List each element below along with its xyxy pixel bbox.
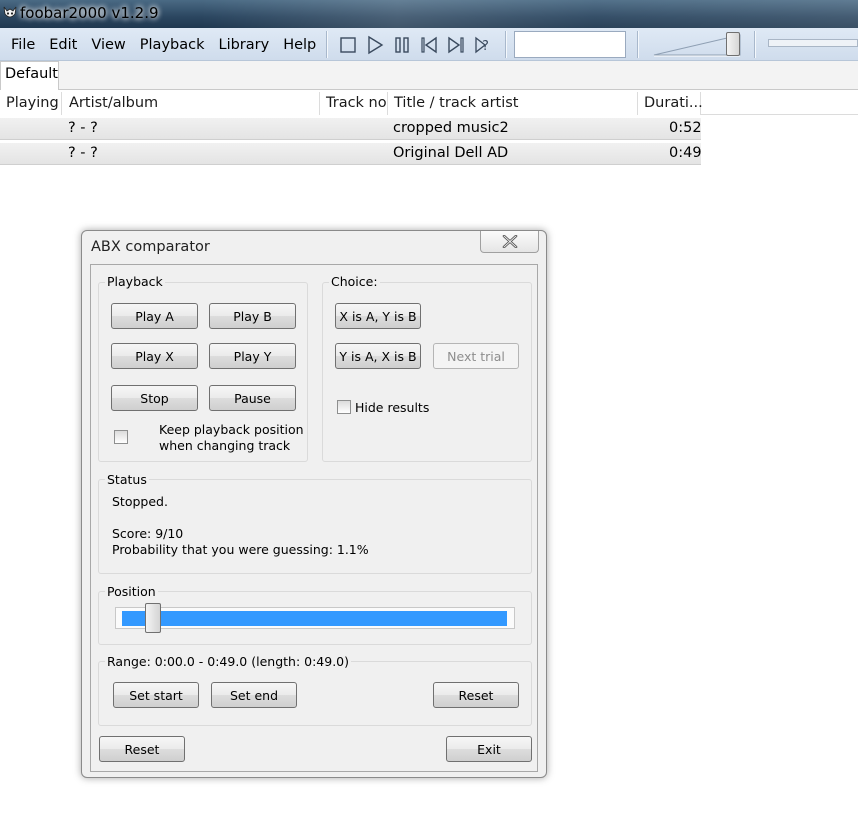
row-artist-album: ? - ?: [68, 120, 98, 136]
foobar-app-icon[interactable]: [2, 5, 18, 21]
play-y-button[interactable]: Play Y: [209, 343, 296, 369]
playlist-row[interactable]: ? - ? cropped music2 0:52: [0, 117, 702, 140]
next-icon[interactable]: [446, 35, 466, 55]
column-header-track-no[interactable]: Track no: [320, 92, 388, 115]
play-b-button[interactable]: Play B: [209, 303, 296, 329]
menu-edit[interactable]: Edit: [42, 37, 84, 53]
reset-button[interactable]: Reset: [99, 736, 185, 762]
keep-position-checkbox[interactable]: [114, 430, 128, 444]
row-title: Original Dell AD: [393, 145, 509, 161]
dialog-title: ABX comparator: [91, 239, 210, 255]
dialog-close-button[interactable]: [480, 231, 539, 253]
menu-file[interactable]: File: [4, 37, 42, 53]
window-title: foobar2000 v1.2.9: [20, 4, 159, 22]
menu-view[interactable]: View: [84, 37, 132, 53]
abx-dialog: ABX comparator Playback Play A Play B Pl…: [81, 230, 547, 778]
status-group-label: Status: [105, 472, 149, 487]
play-x-button[interactable]: Play X: [111, 343, 198, 369]
toolbar-separator: [637, 31, 639, 58]
choice-group-label: Choice:: [329, 274, 380, 289]
menu-help[interactable]: Help: [276, 37, 323, 53]
status-score: Score: 9/10: [112, 526, 184, 541]
x-is-a-button[interactable]: X is A, Y is B: [335, 303, 421, 329]
seek-bar[interactable]: [768, 39, 858, 47]
column-header-playing[interactable]: Playing: [0, 92, 62, 115]
position-slider-thumb[interactable]: [144, 603, 161, 633]
close-icon: [502, 235, 518, 248]
hide-results-checkbox[interactable]: [337, 400, 351, 414]
y-is-a-button[interactable]: Y is A, X is B: [335, 343, 421, 369]
exit-button[interactable]: Exit: [446, 736, 532, 762]
row-duration: 0:52: [669, 120, 702, 136]
previous-icon[interactable]: [419, 35, 439, 55]
playlist-header: Playing Artist/album Track no Title / tr…: [0, 92, 858, 116]
random-icon[interactable]: ?: [473, 35, 493, 55]
set-start-button[interactable]: Set start: [113, 682, 199, 708]
play-a-button[interactable]: Play A: [111, 303, 198, 329]
playback-group-label: Playback: [105, 274, 165, 289]
column-header-duration[interactable]: Durati...: [638, 92, 703, 115]
dialog-client-area: Playback Play A Play B Play X Play Y Sto…: [90, 264, 538, 772]
play-icon[interactable]: [365, 35, 385, 55]
column-header-artist-album[interactable]: Artist/album: [63, 92, 320, 115]
hide-results-label[interactable]: Hide results: [355, 400, 429, 415]
row-duration: 0:49: [669, 145, 702, 161]
toolbar-separator: [505, 31, 507, 58]
svg-text:?: ?: [482, 39, 489, 54]
column-header-filler: [701, 92, 858, 115]
keep-position-label[interactable]: Keep playback position when changing tra…: [159, 422, 309, 454]
titlebar-glass: [200, 0, 858, 28]
range-reset-button[interactable]: Reset: [433, 682, 519, 708]
pause-button[interactable]: Pause: [209, 385, 296, 411]
tab-strip: [0, 61, 858, 90]
toolbar-display-box: [514, 31, 626, 58]
stop-button[interactable]: Stop: [111, 385, 198, 411]
row-artist-album: ? - ?: [68, 145, 98, 161]
menu-playback[interactable]: Playback: [133, 37, 212, 53]
playlist-row[interactable]: ? - ? Original Dell AD 0:49: [0, 142, 702, 165]
next-trial-button: Next trial: [433, 343, 519, 369]
menu-toolbar-row: File Edit View Playback Library Help ?: [0, 28, 858, 61]
row-title: cropped music2: [393, 120, 509, 136]
column-header-title[interactable]: Title / track artist: [388, 92, 638, 115]
menu-library[interactable]: Library: [211, 37, 276, 53]
position-group-label: Position: [105, 584, 158, 599]
set-end-button[interactable]: Set end: [211, 682, 297, 708]
volume-slider-thumb[interactable]: [726, 32, 740, 56]
range-label: Range: 0:00.0 - 0:49.0 (length: 0:49.0): [105, 654, 352, 669]
status-probability: Probability that you were guessing: 1.1%: [112, 542, 369, 557]
tab-default[interactable]: Default: [0, 61, 59, 90]
stop-icon[interactable]: [338, 35, 358, 55]
status-state: Stopped.: [112, 494, 168, 509]
menu-bar: File Edit View Playback Library Help: [4, 28, 323, 61]
pause-icon[interactable]: [392, 35, 412, 55]
position-slider-selection: [122, 611, 507, 626]
toolbar-separator: [326, 31, 328, 58]
toolbar-separator: [754, 31, 756, 58]
